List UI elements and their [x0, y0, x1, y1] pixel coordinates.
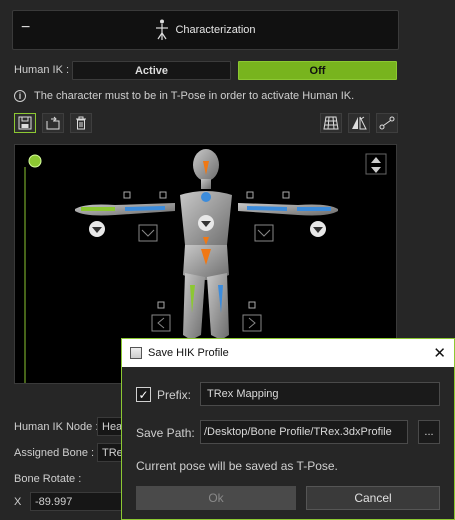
bone-icon: [379, 116, 395, 130]
reference-marker: [28, 154, 42, 168]
load-profile-button[interactable]: [42, 113, 64, 133]
prefix-input[interactable]: TRex Mapping: [200, 382, 440, 406]
bone-rotate-label: Bone Rotate :: [14, 473, 82, 485]
bone-rotate-x-field[interactable]: -89.997: [30, 492, 130, 511]
browse-button[interactable]: ...: [418, 420, 440, 444]
grid-button[interactable]: [320, 113, 342, 133]
view-toggle-button[interactable]: [366, 154, 386, 174]
delete-profile-button[interactable]: [70, 113, 92, 133]
info-icon: i: [14, 90, 26, 102]
bone-button[interactable]: [376, 113, 398, 133]
assigned-bone-label: Assigned Bone :: [14, 447, 95, 459]
load-icon: [46, 116, 60, 130]
ok-button[interactable]: Ok: [136, 486, 296, 510]
human-ik-off-button[interactable]: Off: [238, 61, 397, 80]
header-title: Characterization: [175, 24, 256, 36]
prefix-checkbox[interactable]: ✓: [136, 387, 151, 402]
save-path-label: Save Path:: [136, 426, 195, 440]
grid-icon: [323, 116, 339, 130]
collapse-icon[interactable]: −: [21, 19, 30, 37]
x-label: X: [14, 496, 22, 508]
dialog-title-bar[interactable]: Save HIK Profile ✕: [122, 339, 454, 367]
mirror-button[interactable]: [348, 113, 370, 133]
save-path-input[interactable]: /Desktop/Bone Profile/TRex.3dxProfile: [200, 420, 408, 444]
dialog-note: Current pose will be saved as T-Pose.: [136, 459, 338, 473]
delete-icon: [76, 116, 86, 130]
save-icon: [18, 116, 32, 130]
human-ik-node-label: Human IK Node :: [14, 421, 99, 433]
character-icon: [156, 19, 169, 40]
human-ik-active-button[interactable]: Active: [72, 61, 231, 80]
close-icon[interactable]: ✕: [433, 344, 446, 362]
characterization-header[interactable]: − Characterization: [12, 10, 399, 50]
save-profile-button[interactable]: [14, 113, 36, 133]
cancel-button[interactable]: Cancel: [306, 486, 440, 510]
app-icon: [130, 347, 142, 359]
mirror-icon: [352, 116, 367, 130]
save-hik-profile-dialog: Save HIK Profile ✕ ✓ Prefix: TRex Mappin…: [121, 338, 455, 520]
dialog-title: Save HIK Profile: [148, 347, 229, 359]
prefix-label: Prefix:: [157, 387, 192, 402]
human-ik-label: Human IK :: [14, 64, 70, 76]
info-text: The character must to be in T-Pose in or…: [34, 90, 355, 102]
